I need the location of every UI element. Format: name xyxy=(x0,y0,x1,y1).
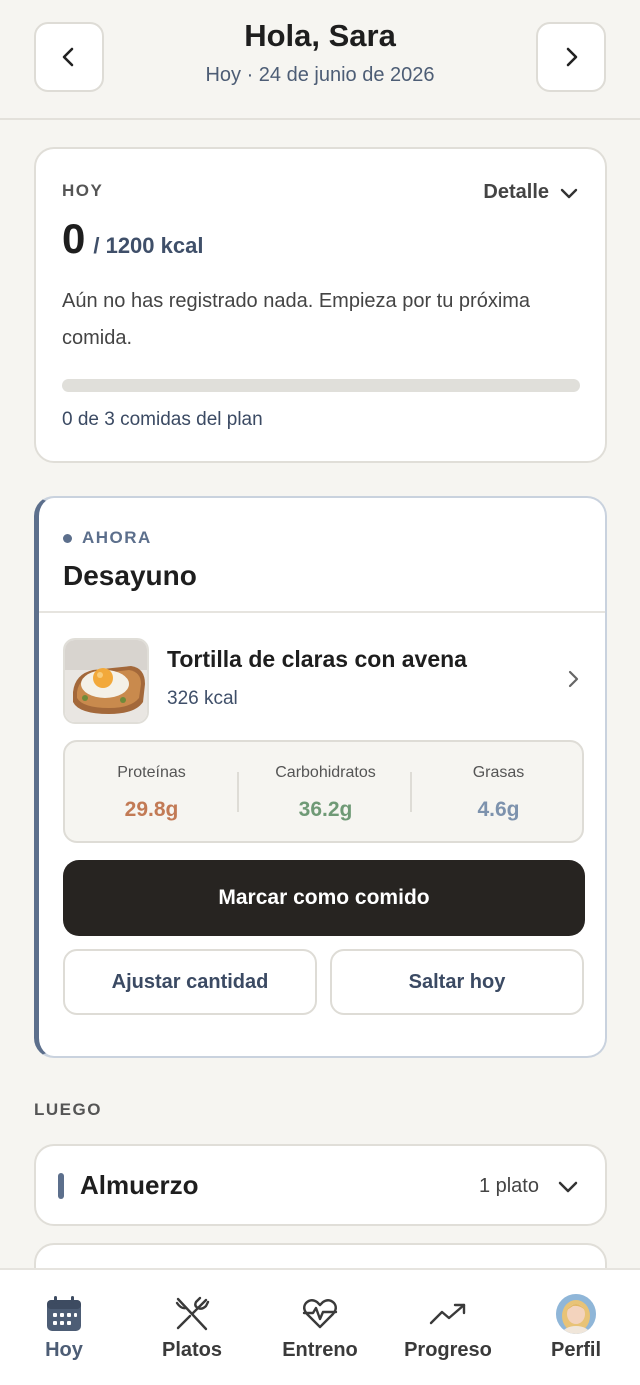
macro-label: Grasas xyxy=(472,764,525,781)
chevron-down-icon xyxy=(558,1181,578,1193)
chevron-right-icon xyxy=(568,670,579,688)
now-label: AHORA xyxy=(82,528,152,547)
dish-photo xyxy=(63,638,149,724)
empty-state-message: Aún no has registrado nada. Empieza por … xyxy=(62,290,531,349)
bottom-nav: Hoy Platos Entreno Progreso Perfil xyxy=(0,1268,640,1385)
meal-accent-bar xyxy=(58,1173,64,1199)
app-header: Hola, Sara Hoy · 24 de junio de 2026 xyxy=(0,0,640,120)
nav-entreno[interactable]: Entreno xyxy=(256,1270,384,1385)
daily-summary-card: HOY Detalle 0 / 1200 kcal Aún no has reg… xyxy=(34,147,607,463)
meals-progress-text: 0 de 3 comidas del plan xyxy=(62,409,263,430)
summary-eyebrow: HOY xyxy=(62,181,104,200)
utensils-icon xyxy=(172,1294,212,1334)
calorie-total: 0 / 1200 kcal xyxy=(62,215,203,263)
nav-label: Entreno xyxy=(282,1339,358,1361)
avatar xyxy=(556,1294,596,1334)
trending-up-icon xyxy=(428,1294,468,1334)
macro-value: 4.6g xyxy=(477,798,520,821)
dish-row[interactable]: Tortilla de claras con avena 326 kcal xyxy=(63,638,583,724)
macro-label: Proteínas xyxy=(117,764,186,781)
macro-label: Carbohidratos xyxy=(275,764,376,781)
detail-toggle[interactable]: Detalle xyxy=(483,181,579,204)
dish-name: Tortilla de claras con avena xyxy=(167,646,467,672)
status-dot xyxy=(63,533,72,543)
macro-value: 29.8g xyxy=(124,798,179,821)
heart-pulse-icon xyxy=(300,1294,340,1334)
meal-title: Desayuno xyxy=(63,560,197,591)
meal-row-count: 1 plato xyxy=(478,1175,539,1197)
macros-panel: Proteínas 29.8g Carbohidratos 36.2g Gras… xyxy=(63,740,584,843)
nav-hoy[interactable]: Hoy xyxy=(0,1270,128,1385)
adjust-quantity-button[interactable]: Ajustar cantidad xyxy=(63,949,317,1015)
current-meal-card: AHORA Desayuno Tortilla de claras con av… xyxy=(34,496,607,1058)
dish-kcal: 326 kcal xyxy=(167,688,238,709)
nav-label: Platos xyxy=(161,1339,223,1361)
consumed-kcal: 0 xyxy=(62,215,86,262)
divider xyxy=(39,611,605,613)
meal-row-title: Almuerzo xyxy=(80,1170,199,1200)
mark-eaten-button[interactable]: Marcar como comido xyxy=(63,860,585,936)
nav-progreso[interactable]: Progreso xyxy=(384,1270,512,1385)
meal-row-lunch[interactable]: Almuerzo 1 plato xyxy=(34,1144,607,1226)
skip-today-button[interactable]: Saltar hoy xyxy=(330,949,584,1015)
later-section-label: LUEGO xyxy=(34,1100,102,1119)
nav-label: Perfil xyxy=(550,1339,602,1361)
calorie-progress-bar xyxy=(62,379,580,392)
detail-label: Detalle xyxy=(483,181,549,203)
macro-protein: Proteínas 29.8g xyxy=(65,742,238,841)
now-eyebrow: AHORA xyxy=(63,528,152,548)
nav-platos[interactable]: Platos xyxy=(128,1270,256,1385)
macro-fats: Grasas 4.6g xyxy=(412,742,585,841)
nav-perfil[interactable]: Perfil xyxy=(512,1270,640,1385)
chevron-right-icon xyxy=(566,47,578,67)
next-day-button[interactable] xyxy=(536,22,606,92)
chevron-down-icon xyxy=(560,188,578,198)
macro-carbs: Carbohidratos 36.2g xyxy=(239,742,412,841)
nav-label: Progreso xyxy=(404,1339,492,1361)
nav-label: Hoy xyxy=(45,1339,83,1361)
goal-kcal: / 1200 kcal xyxy=(93,233,204,258)
calendar-icon xyxy=(44,1294,84,1334)
macro-value: 36.2g xyxy=(298,798,353,821)
